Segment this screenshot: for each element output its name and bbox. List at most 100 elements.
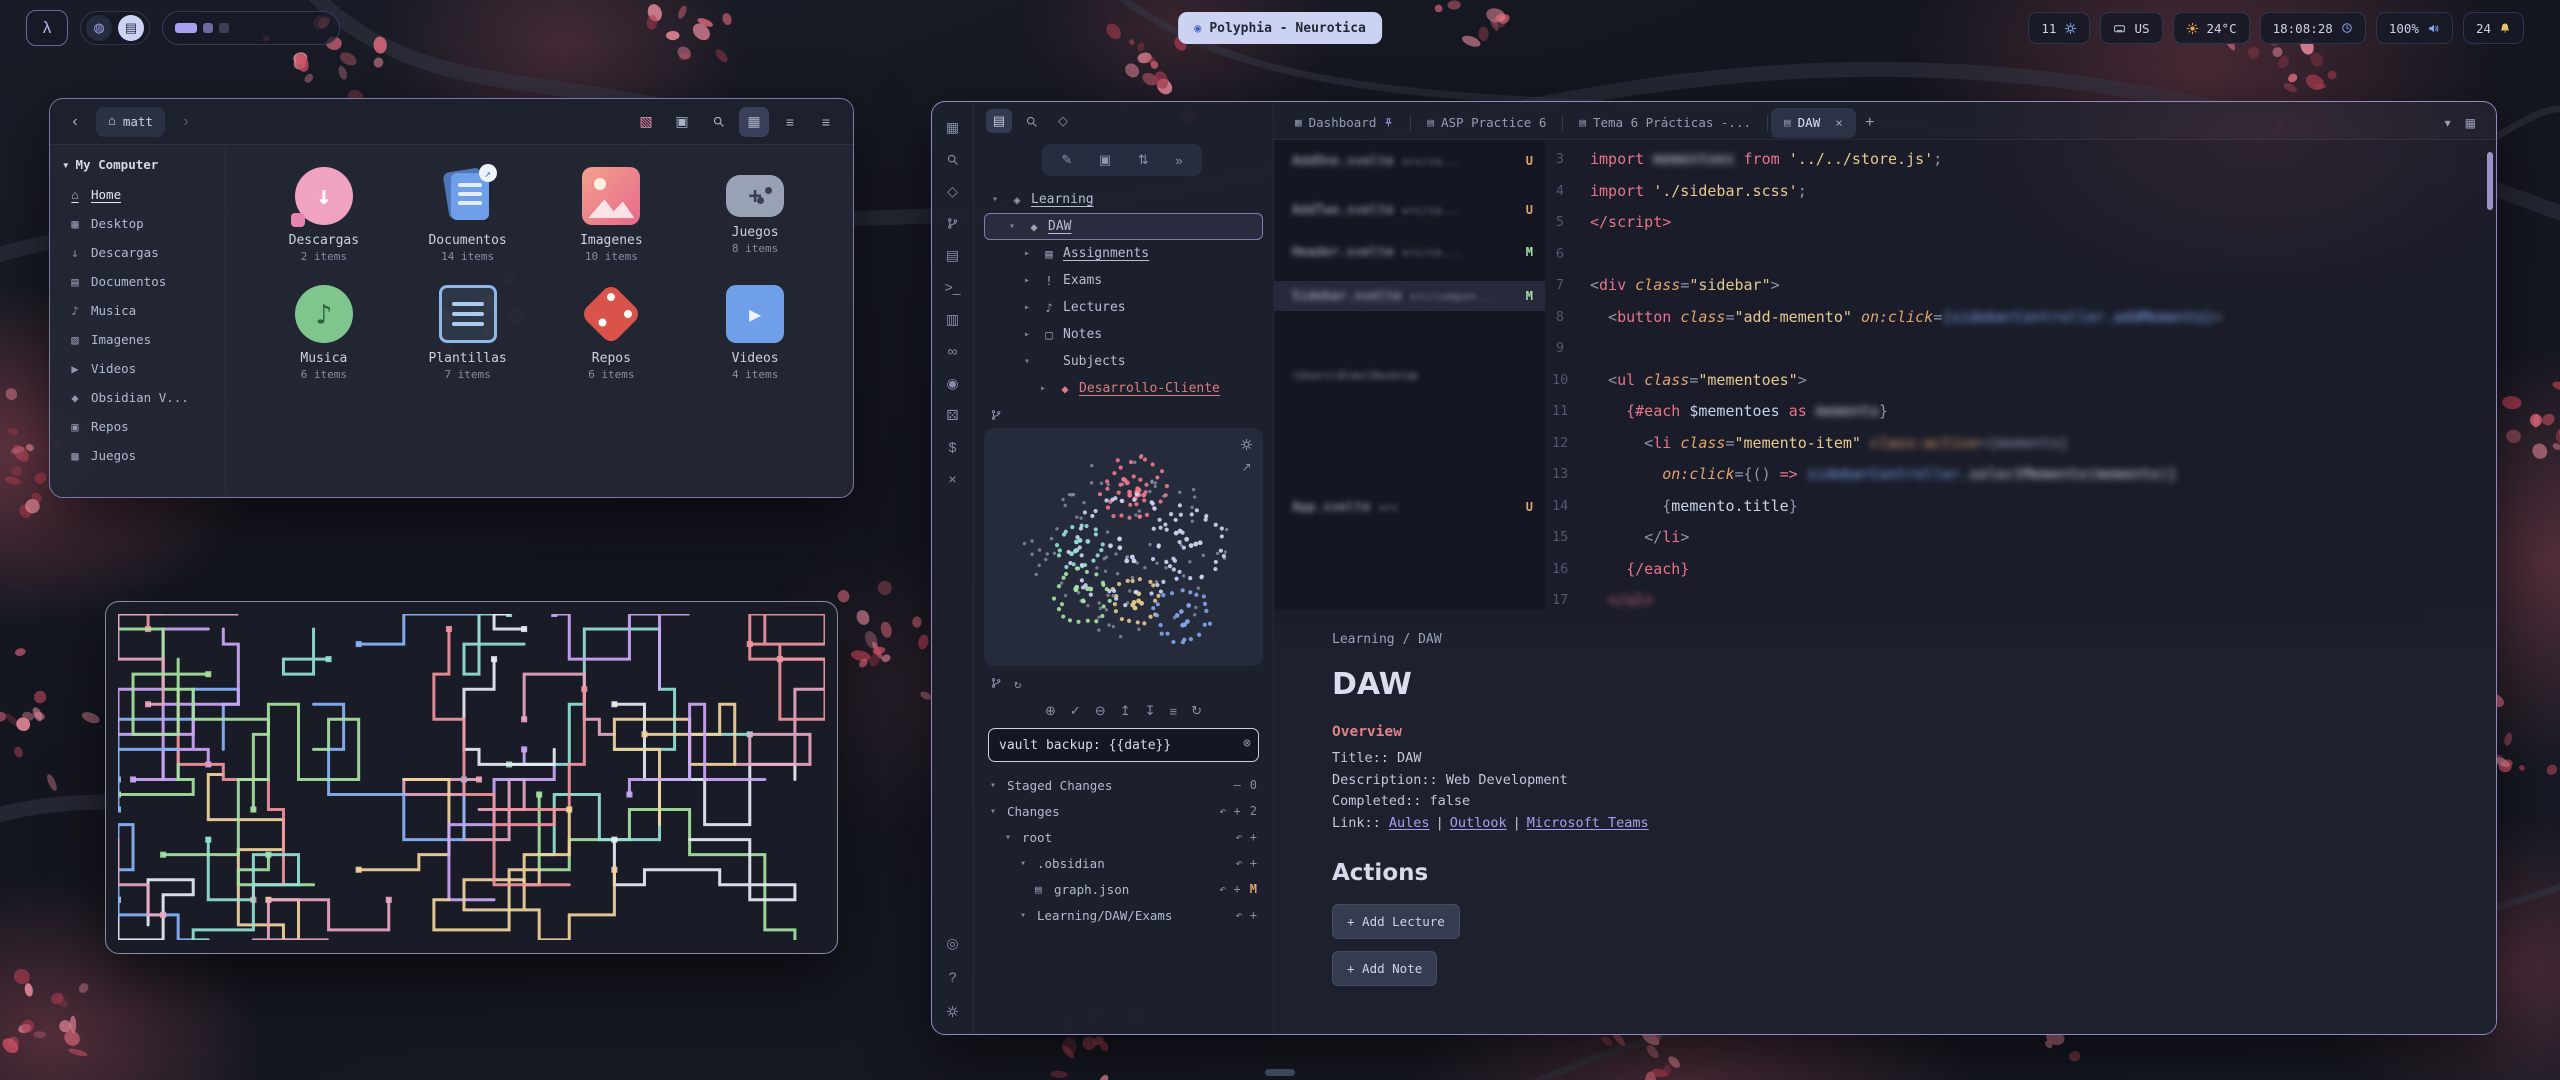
new-tab-button[interactable]: +: [1856, 109, 1884, 137]
git-branch-icon[interactable]: [990, 677, 1002, 692]
sidebar-item-videos[interactable]: ▶Videos: [60, 354, 215, 383]
image-viewer-icon[interactable]: ▧: [631, 107, 661, 137]
link-outlook[interactable]: Outlook: [1450, 815, 1507, 831]
note-breadcrumb[interactable]: Learning / DAW: [1332, 632, 2496, 647]
tab-tema-6-pr-cticas[interactable]: ▤Tema 6 Prácticas -...: [1566, 108, 1764, 138]
stage-all-icon[interactable]: ⊕: [1045, 703, 1056, 719]
git-action-icons[interactable]: ↶ +: [1219, 882, 1241, 896]
commit-icon[interactable]: ✓: [1070, 703, 1081, 719]
link-aules[interactable]: Aules: [1389, 815, 1430, 831]
volume-widget[interactable]: 100%: [2376, 12, 2453, 44]
sidebar-item-juegos[interactable]: ▩Juegos: [60, 441, 215, 470]
sync-icon[interactable]: ◎: [941, 932, 965, 954]
search-tab-icon[interactable]: [1018, 109, 1044, 133]
notes-button[interactable]: ▤: [118, 15, 144, 41]
notifications-widget[interactable]: 24: [2463, 12, 2524, 44]
back-button[interactable]: ‹: [62, 113, 88, 131]
split-icon[interactable]: ▦: [2465, 116, 2476, 130]
add-lecture-button[interactable]: + Add Lecture: [1332, 904, 1460, 939]
git-action-icons[interactable]: ↶ +: [1235, 908, 1257, 922]
sidebar-item-home[interactable]: ⌂Home: [60, 180, 215, 209]
new-folder-icon[interactable]: ▣: [667, 107, 697, 137]
git-history-icon[interactable]: ↻: [1014, 677, 1021, 691]
git-row-graph-json[interactable]: ▤graph.json↶ +M: [986, 876, 1261, 902]
folder-tile-musica[interactable]: ♪Musica6 items: [252, 285, 396, 381]
editor-area[interactable]: AddOne.sveltesrc/co...UAddTwo.sveltesrc/…: [1274, 140, 2496, 1034]
sidebar-item-descargas[interactable]: ↓Descargas: [60, 238, 215, 267]
sidebar-item-imagenes[interactable]: ▧Imagenes: [60, 325, 215, 354]
refresh-icon[interactable]: ↻: [1191, 703, 1202, 719]
dock-handle[interactable]: [1265, 1069, 1295, 1076]
sidebar-header[interactable]: ▾ My Computer: [62, 157, 215, 172]
weather-widget[interactable]: 24°C: [2173, 12, 2250, 44]
sidebar-item-documentos[interactable]: ▤Documentos: [60, 267, 215, 296]
grid-view-icon[interactable]: ▦: [739, 107, 769, 137]
close-icon[interactable]: ×: [1835, 115, 1843, 130]
media-player-widget[interactable]: ◉ Polyphia - Neurotica: [1178, 12, 1382, 44]
book-icon[interactable]: ▥: [941, 308, 965, 330]
git-row-obsidian[interactable]: ▾.obsidian↶ +: [986, 850, 1261, 876]
pull-icon[interactable]: ↧: [1145, 703, 1156, 719]
git-action-icons[interactable]: ↶ +: [1219, 804, 1241, 818]
new-folder-icon[interactable]: ▣: [1099, 152, 1111, 168]
search-icon[interactable]: [703, 107, 733, 137]
sort-icon[interactable]: ⇅: [1138, 152, 1149, 168]
tab-list-icon[interactable]: ▾: [2445, 116, 2451, 130]
clear-input-icon[interactable]: ⊗: [1243, 736, 1251, 751]
push-icon[interactable]: ↥: [1120, 703, 1131, 719]
workspace-active[interactable]: [175, 23, 197, 33]
new-note-icon[interactable]: ✎: [1061, 152, 1072, 168]
tab-daw[interactable]: ▤DAW×: [1771, 108, 1856, 138]
close-icon[interactable]: ×: [941, 468, 965, 490]
git-row-root[interactable]: ▾root↶ +: [986, 824, 1261, 850]
currency-icon[interactable]: $: [941, 436, 965, 458]
tree-item-daw[interactable]: ▾◆DAW: [984, 213, 1263, 240]
file-manager-titlebar[interactable]: ‹ ⌂ matt › ▧▣▦≡≡: [50, 99, 853, 145]
folder-tile-juegos[interactable]: +Juegos8 items: [683, 167, 827, 263]
sidebar-item-desktop[interactable]: ▦Desktop: [60, 209, 215, 238]
graph-settings-icon[interactable]: [1240, 438, 1253, 451]
tree-item-assignments[interactable]: ▸▤Assignments: [984, 240, 1263, 267]
camera-icon[interactable]: ◉: [941, 372, 965, 394]
tab-asp-practice-6[interactable]: ▤ASP Practice 6: [1414, 108, 1559, 138]
collapse-all-icon[interactable]: »: [1175, 153, 1182, 168]
commit-message-input[interactable]: [988, 728, 1259, 762]
tree-item-desarrollo-cliente[interactable]: ▸◆Desarrollo-Cliente: [984, 375, 1263, 402]
forward-button[interactable]: ›: [173, 113, 199, 131]
workspace-occupied[interactable]: [203, 23, 213, 33]
menu-icon[interactable]: ≡: [811, 107, 841, 137]
tree-item-notes[interactable]: ▸□Notes: [984, 321, 1263, 348]
search-icon[interactable]: [941, 148, 965, 170]
theme-button[interactable]: ◍: [86, 15, 112, 41]
launcher-button[interactable]: λ: [26, 10, 68, 46]
folder-tile-imagenes[interactable]: Imagenes10 items: [540, 167, 684, 263]
git-row-changes[interactable]: ▾Changes↶ +2: [986, 798, 1261, 824]
settings-icon[interactable]: [941, 1000, 965, 1022]
dice-icon[interactable]: ⚄: [941, 404, 965, 426]
sidebar-item-obsidian-v[interactable]: ◆Obsidian V...: [60, 383, 215, 412]
git-action-icons[interactable]: ↶ +: [1235, 830, 1257, 844]
unstage-all-icon[interactable]: ⊖: [1095, 703, 1106, 719]
bookmarks-tab-icon[interactable]: ◇: [1050, 109, 1076, 133]
graph-view-icon[interactable]: [941, 212, 965, 234]
change-list-icon[interactable]: ≡: [1170, 703, 1178, 719]
link-microsoft-teams[interactable]: Microsoft Teams: [1527, 815, 1649, 831]
breadcrumb[interactable]: ⌂ matt: [96, 107, 165, 137]
sidebar-item-musica[interactable]: ♪Musica: [60, 296, 215, 325]
git-action-icons[interactable]: ↶ +: [1235, 856, 1257, 870]
bookmarks-icon[interactable]: ◇: [941, 180, 965, 202]
tree-item-learning[interactable]: ▾◈Learning: [984, 186, 1263, 213]
list-view-icon[interactable]: ≡: [775, 107, 805, 137]
tree-item-subjects[interactable]: ▾Subjects: [984, 348, 1263, 375]
random-note-icon[interactable]: ∞: [941, 340, 965, 362]
workspace-indicator[interactable]: [162, 11, 340, 45]
tree-item-lectures[interactable]: ▸♪Lectures: [984, 294, 1263, 321]
files-tab-icon[interactable]: ▤: [986, 109, 1012, 133]
tree-item-exams[interactable]: ▸!Exams: [984, 267, 1263, 294]
folder-tile-repos[interactable]: Repos6 items: [540, 285, 684, 381]
updates-widget[interactable]: 11: [2028, 12, 2090, 44]
graph-expand-icon[interactable]: ↗: [1241, 460, 1251, 474]
tab-dashboard[interactable]: ▦Dashboard: [1282, 108, 1407, 138]
graph-icon[interactable]: [990, 409, 1002, 424]
folder-tile-descargas[interactable]: ↓Descargas2 items: [252, 167, 396, 263]
